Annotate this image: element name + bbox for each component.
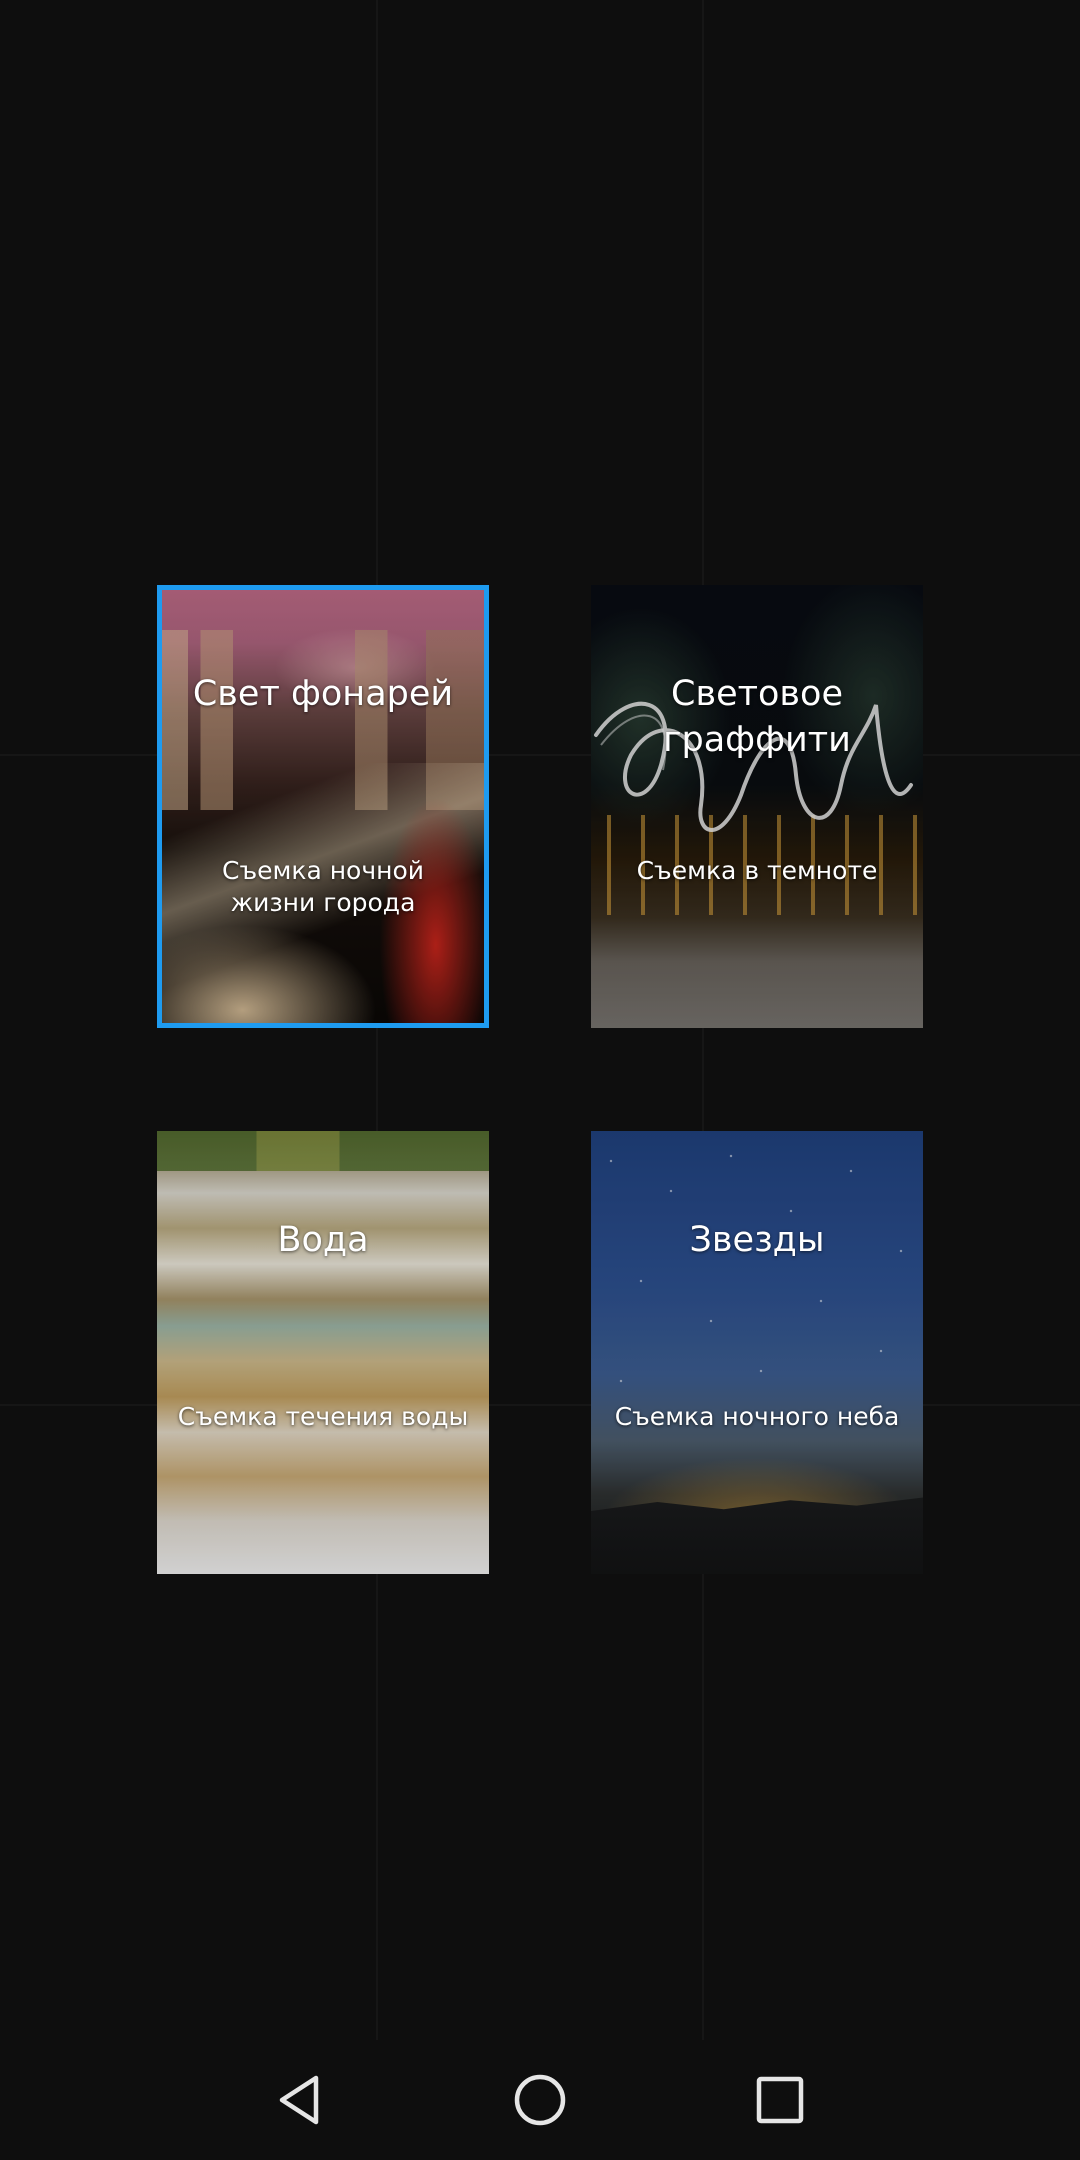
home-button[interactable] bbox=[500, 2060, 580, 2140]
mode-card-star-track[interactable]: Звезды Съемка ночного неба bbox=[591, 1131, 923, 1574]
back-button[interactable] bbox=[260, 2060, 340, 2140]
back-triangle-icon bbox=[279, 2075, 319, 2125]
mode-card-light-graffiti[interactable]: Световое граффити Съемка в темноте bbox=[591, 585, 923, 1028]
system-navigation-bar bbox=[0, 2040, 1080, 2160]
mode-subtitle: Съемка течения воды bbox=[177, 1402, 469, 1431]
mode-card-silky-water[interactable]: Вода Съемка течения воды bbox=[157, 1131, 489, 1574]
mode-title: Свет фонарей bbox=[192, 674, 454, 714]
mode-title: Звезды bbox=[689, 1220, 825, 1260]
mode-subtitle: Съемка ночного неба bbox=[614, 1402, 900, 1431]
mode-card-tail-light[interactable]: Свет фонарей Съемка ночной жизни города bbox=[157, 585, 489, 1028]
recents-button[interactable] bbox=[740, 2060, 820, 2140]
home-circle-icon bbox=[514, 2074, 566, 2126]
mode-subtitle: Съемка в темноте bbox=[636, 856, 878, 885]
recents-square-icon bbox=[756, 2076, 804, 2124]
mode-subtitle: Съемка ночной жизни города bbox=[221, 856, 425, 917]
camera-light-painting-mode-screen: Свет фонарей Съемка ночной жизни города … bbox=[0, 0, 1080, 2160]
mode-title: Световое граффити bbox=[663, 674, 851, 760]
mode-title: Вода bbox=[277, 1220, 369, 1260]
